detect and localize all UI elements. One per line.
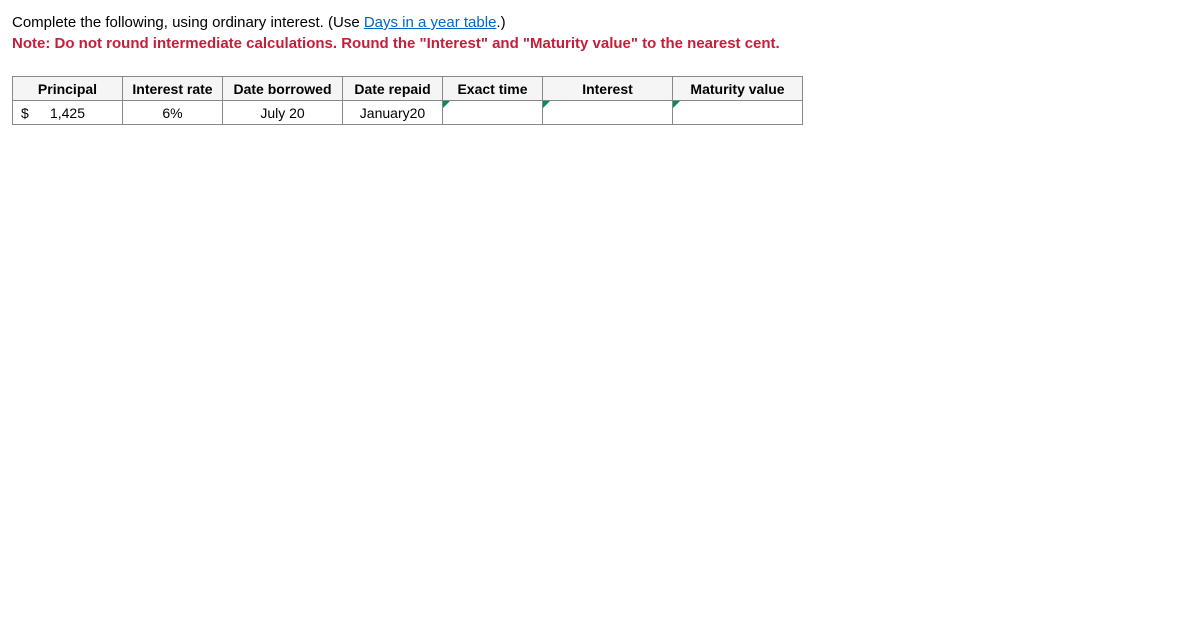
cell-date-borrowed: July 20 (223, 101, 343, 125)
header-principal: Principal (13, 77, 123, 101)
header-date-repaid: Date repaid (343, 77, 443, 101)
instructions-block: Complete the following, using ordinary i… (12, 12, 1188, 54)
header-date-borrowed: Date borrowed (223, 77, 343, 101)
note-text: Do not round intermediate calculations. … (55, 35, 780, 52)
days-in-year-link[interactable]: Days in a year table (364, 14, 497, 31)
currency-symbol: $ (21, 105, 29, 121)
cell-maturity-value[interactable] (673, 101, 803, 125)
interest-table: Principal Interest rate Date borrowed Da… (12, 76, 803, 125)
header-interest-rate: Interest rate (123, 77, 223, 101)
header-exact-time: Exact time (443, 77, 543, 101)
cell-exact-time[interactable] (443, 101, 543, 125)
cell-date-repaid: January20 (343, 101, 443, 125)
note-label: Note: (12, 35, 55, 52)
header-maturity-value: Maturity value (673, 77, 803, 101)
cell-interest[interactable] (543, 101, 673, 125)
table-row: $ 1,425 6% July 20 January20 (13, 101, 803, 125)
input-indicator-icon (543, 101, 550, 108)
header-interest: Interest (543, 77, 673, 101)
principal-value: 1,425 (50, 105, 85, 121)
cell-principal: $ 1,425 (13, 101, 123, 125)
table-header-row: Principal Interest rate Date borrowed Da… (13, 77, 803, 101)
cell-interest-rate: 6% (123, 101, 223, 125)
instruction-text-suffix: .) (496, 14, 505, 31)
input-indicator-icon (673, 101, 680, 108)
input-indicator-icon (443, 101, 450, 108)
instruction-text-prefix: Complete the following, using ordinary i… (12, 14, 364, 31)
